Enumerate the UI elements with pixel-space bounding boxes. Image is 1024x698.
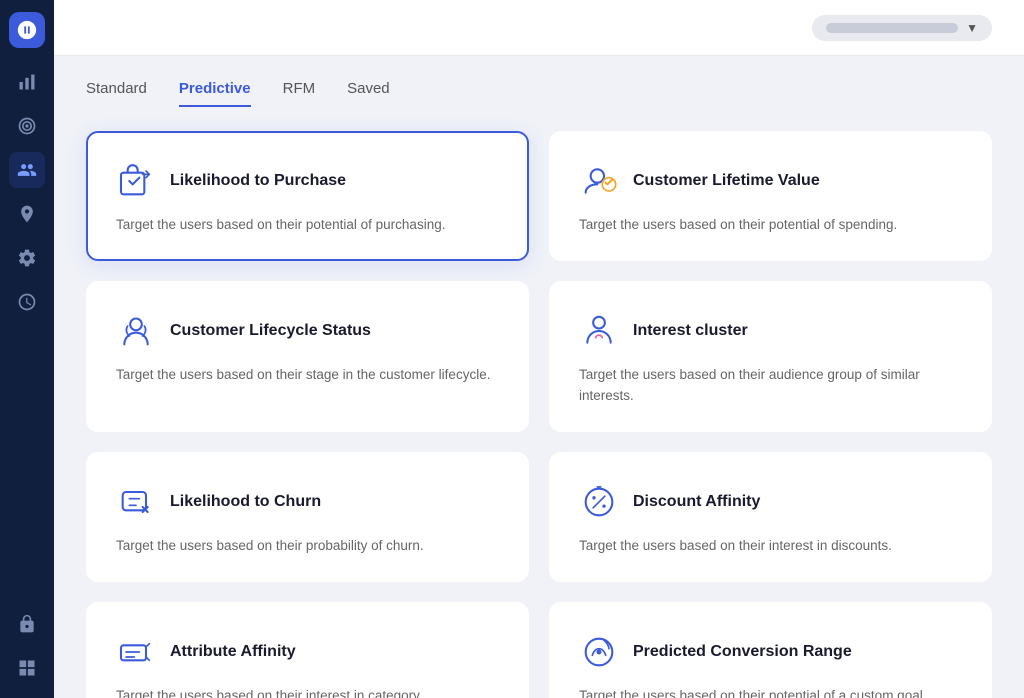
card-title: Attribute Affinity <box>170 643 296 661</box>
card-header: Attribute Affinity <box>116 632 499 672</box>
card-attribute-affinity[interactable]: Attribute Affinity Target the users base… <box>86 602 529 698</box>
card-description: Target the users based on their potentia… <box>579 215 962 235</box>
attribute-icon <box>116 632 156 672</box>
card-discount-affinity[interactable]: Discount Affinity Target the users based… <box>549 452 992 582</box>
card-predicted-conversion-range[interactable]: Predicted Conversion Range Target the us… <box>549 602 992 698</box>
dropdown-bar <box>826 23 958 33</box>
card-title: Predicted Conversion Range <box>633 643 852 661</box>
tab-predictive[interactable]: Predictive <box>179 80 251 107</box>
sidebar-item-pin[interactable] <box>9 196 45 232</box>
tab-bar: Standard Predictive RFM Saved <box>86 80 992 107</box>
card-interest-cluster[interactable]: Interest cluster Target the users based … <box>549 281 992 432</box>
card-header: Likelihood to Churn <box>116 482 499 522</box>
dropdown-arrow-icon: ▼ <box>966 21 978 35</box>
tab-rfm[interactable]: RFM <box>283 80 316 107</box>
card-title: Likelihood to Purchase <box>170 172 346 190</box>
card-title: Discount Affinity <box>633 493 760 511</box>
churn-icon <box>116 482 156 522</box>
sidebar-item-grid[interactable] <box>9 650 45 686</box>
clv-icon <box>579 161 619 201</box>
card-title: Customer Lifecycle Status <box>170 322 371 340</box>
purchase-icon <box>116 161 156 201</box>
interest-icon <box>579 311 619 351</box>
tab-standard[interactable]: Standard <box>86 80 147 107</box>
card-header: Customer Lifecycle Status <box>116 311 499 351</box>
card-description: Target the users based on their audience… <box>579 365 962 406</box>
sidebar-item-target[interactable] <box>9 108 45 144</box>
sidebar-logo[interactable] <box>9 12 45 48</box>
card-customer-lifetime-value[interactable]: Customer Lifetime Value Target the users… <box>549 131 992 261</box>
card-header: Likelihood to Purchase <box>116 161 499 201</box>
cards-grid: Likelihood to Purchase Target the users … <box>86 131 992 698</box>
card-likelihood-to-purchase[interactable]: Likelihood to Purchase Target the users … <box>86 131 529 261</box>
card-customer-lifecycle-status[interactable]: Customer Lifecycle Status Target the use… <box>86 281 529 432</box>
sidebar <box>0 0 54 698</box>
header: ▼ <box>54 0 1024 56</box>
card-description: Target the users based on their stage in… <box>116 365 499 385</box>
card-description: Target the users based on their interest… <box>579 536 962 556</box>
content-area: Standard Predictive RFM Saved <box>54 56 1024 698</box>
discount-icon <box>579 482 619 522</box>
card-header: Interest cluster <box>579 311 962 351</box>
card-title: Interest cluster <box>633 322 748 340</box>
sidebar-item-users[interactable] <box>9 152 45 188</box>
card-title: Likelihood to Churn <box>170 493 321 511</box>
card-likelihood-to-churn[interactable]: Likelihood to Churn Target the users bas… <box>86 452 529 582</box>
tab-saved[interactable]: Saved <box>347 80 390 107</box>
card-title: Customer Lifetime Value <box>633 172 820 190</box>
lifecycle-icon <box>116 311 156 351</box>
main-content: ▼ Standard Predictive RFM Saved <box>54 0 1024 698</box>
sidebar-item-chart[interactable] <box>9 64 45 100</box>
card-description: Target the users based on their potentia… <box>116 215 499 235</box>
card-description: Target the users based on their probabil… <box>116 536 499 556</box>
card-description: Target the users based on their interest… <box>116 686 499 698</box>
sidebar-item-lock[interactable] <box>9 606 45 642</box>
sidebar-item-settings[interactable] <box>9 240 45 276</box>
card-header: Discount Affinity <box>579 482 962 522</box>
header-dropdown[interactable]: ▼ <box>812 15 992 41</box>
card-description: Target the users based on their potentia… <box>579 686 962 698</box>
card-header: Predicted Conversion Range <box>579 632 962 672</box>
conversion-icon <box>579 632 619 672</box>
card-header: Customer Lifetime Value <box>579 161 962 201</box>
sidebar-item-clock[interactable] <box>9 284 45 320</box>
